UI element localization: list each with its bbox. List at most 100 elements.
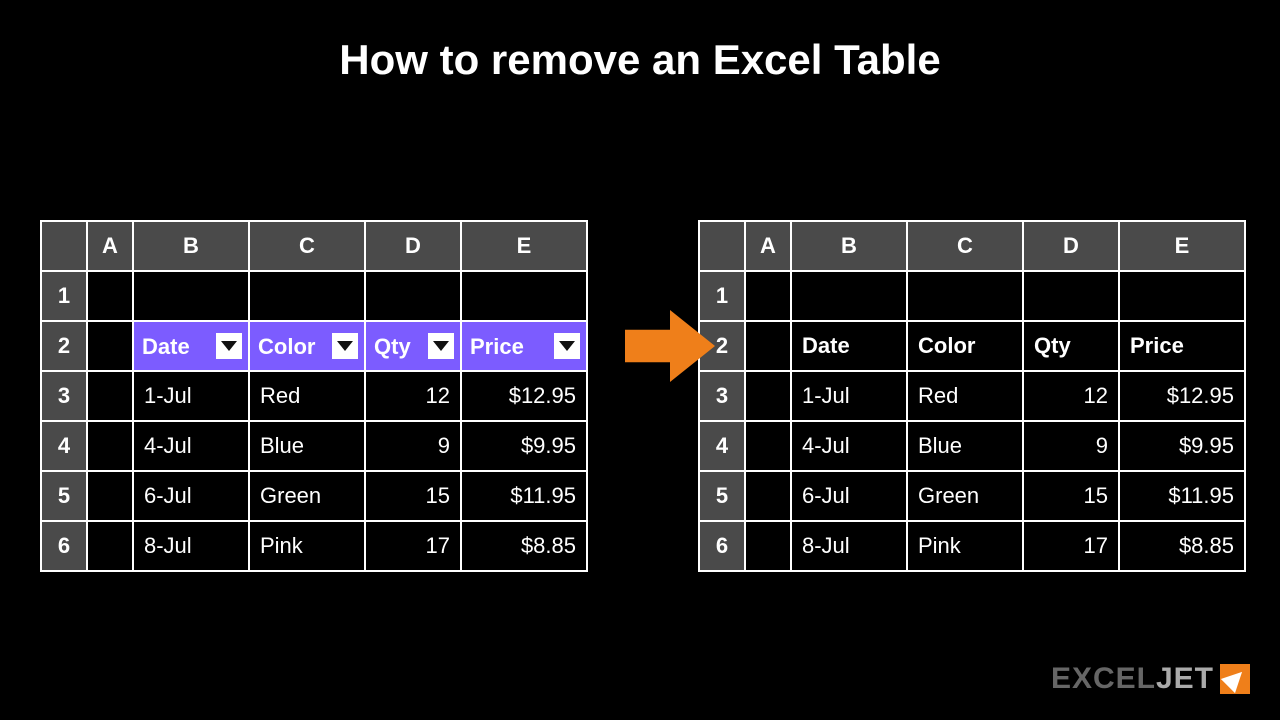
row-header-5[interactable]: 5 <box>699 471 745 521</box>
cell[interactable]: Pink <box>907 521 1023 571</box>
row-header-4[interactable]: 4 <box>699 421 745 471</box>
col-header-e[interactable]: E <box>461 221 587 271</box>
cell[interactable]: $12.95 <box>461 371 587 421</box>
logo-text-1: EXCEL <box>1051 662 1156 695</box>
cell[interactable]: Red <box>249 371 365 421</box>
cell[interactable]: $8.85 <box>461 521 587 571</box>
cell[interactable] <box>907 271 1023 321</box>
cell[interactable] <box>745 321 791 371</box>
cell[interactable]: 15 <box>365 471 461 521</box>
col-header-b[interactable]: B <box>791 221 907 271</box>
cell[interactable]: $12.95 <box>1119 371 1245 421</box>
table-row: 5 6-Jul Green 15 $11.95 <box>699 471 1245 521</box>
cell[interactable]: Blue <box>907 421 1023 471</box>
table-row: 3 1-Jul Red 12 $12.95 <box>699 371 1245 421</box>
cell[interactable] <box>745 521 791 571</box>
cell[interactable] <box>133 271 249 321</box>
cell[interactable]: 6-Jul <box>133 471 249 521</box>
col-header-d[interactable]: D <box>365 221 461 271</box>
cell[interactable]: 1-Jul <box>133 371 249 421</box>
cell[interactable]: 15 <box>1023 471 1119 521</box>
row-header-6[interactable]: 6 <box>699 521 745 571</box>
cell[interactable] <box>365 271 461 321</box>
table-header-color[interactable]: Color <box>249 321 365 371</box>
cell[interactable]: Pink <box>249 521 365 571</box>
table-header-price[interactable]: Price <box>461 321 587 371</box>
cell[interactable]: 17 <box>365 521 461 571</box>
table-header-date[interactable]: Date <box>133 321 249 371</box>
cell[interactable]: 12 <box>1023 371 1119 421</box>
after-table: A B C D E 1 2 Date Color Qty Price 3 1-J… <box>698 220 1246 572</box>
cell[interactable] <box>87 471 133 521</box>
cell[interactable]: 9 <box>365 421 461 471</box>
filter-dropdown-icon[interactable] <box>554 333 580 359</box>
cell[interactable] <box>87 271 133 321</box>
col-header-a[interactable]: A <box>87 221 133 271</box>
cell[interactable]: 4-Jul <box>791 421 907 471</box>
cell[interactable]: $9.95 <box>461 421 587 471</box>
cell[interactable] <box>1023 271 1119 321</box>
cell[interactable]: 9 <box>1023 421 1119 471</box>
cell[interactable] <box>791 271 907 321</box>
cell[interactable]: 17 <box>1023 521 1119 571</box>
col-header-c[interactable]: C <box>907 221 1023 271</box>
cell[interactable]: Red <box>907 371 1023 421</box>
filter-dropdown-icon[interactable] <box>332 333 358 359</box>
col-header-e[interactable]: E <box>1119 221 1245 271</box>
cell[interactable] <box>249 271 365 321</box>
cell[interactable] <box>745 421 791 471</box>
col-header-a[interactable]: A <box>745 221 791 271</box>
cell[interactable] <box>745 371 791 421</box>
header-date[interactable]: Date <box>791 321 907 371</box>
cell[interactable]: Green <box>907 471 1023 521</box>
header-color[interactable]: Color <box>907 321 1023 371</box>
cell[interactable] <box>745 471 791 521</box>
page-title: How to remove an Excel Table <box>0 0 1280 84</box>
table-row: 4 4-Jul Blue 9 $9.95 <box>41 421 587 471</box>
cell[interactable] <box>87 521 133 571</box>
cell[interactable]: $11.95 <box>1119 471 1245 521</box>
col-header-c[interactable]: C <box>249 221 365 271</box>
cell[interactable] <box>461 271 587 321</box>
table-row: 4 4-Jul Blue 9 $9.95 <box>699 421 1245 471</box>
before-table: A B C D E 1 2 Date Color <box>40 220 588 572</box>
cell[interactable]: 4-Jul <box>133 421 249 471</box>
logo-mark-icon <box>1220 664 1250 694</box>
cell[interactable]: 8-Jul <box>791 521 907 571</box>
cell[interactable] <box>87 371 133 421</box>
table-row: 5 6-Jul Green 15 $11.95 <box>41 471 587 521</box>
col-header-d[interactable]: D <box>1023 221 1119 271</box>
table-header-label: Price <box>470 334 524 360</box>
cell[interactable] <box>87 321 133 371</box>
table-header-qty[interactable]: Qty <box>365 321 461 371</box>
filter-dropdown-icon[interactable] <box>216 333 242 359</box>
cell[interactable]: 8-Jul <box>133 521 249 571</box>
cell[interactable]: 6-Jul <box>791 471 907 521</box>
cell[interactable]: 1-Jul <box>791 371 907 421</box>
cell[interactable]: $11.95 <box>461 471 587 521</box>
header-qty[interactable]: Qty <box>1023 321 1119 371</box>
row-header-6[interactable]: 6 <box>41 521 87 571</box>
row-header-1[interactable]: 1 <box>41 271 87 321</box>
cell[interactable] <box>745 271 791 321</box>
brand-logo: EXCELJET <box>1051 662 1250 696</box>
corner-cell <box>41 221 87 271</box>
cell[interactable] <box>1119 271 1245 321</box>
arrow-right-icon <box>625 306 715 386</box>
cell[interactable]: 12 <box>365 371 461 421</box>
row-header-4[interactable]: 4 <box>41 421 87 471</box>
cell[interactable]: Green <box>249 471 365 521</box>
cell[interactable]: $8.85 <box>1119 521 1245 571</box>
table-header-label: Qty <box>374 334 411 360</box>
cell[interactable] <box>87 421 133 471</box>
header-price[interactable]: Price <box>1119 321 1245 371</box>
filter-dropdown-icon[interactable] <box>428 333 454 359</box>
row-header-2[interactable]: 2 <box>41 321 87 371</box>
col-header-b[interactable]: B <box>133 221 249 271</box>
cell[interactable]: Blue <box>249 421 365 471</box>
table-header-label: Color <box>258 334 315 360</box>
cell[interactable]: $9.95 <box>1119 421 1245 471</box>
row-header-5[interactable]: 5 <box>41 471 87 521</box>
logo-text-2: JET <box>1156 662 1214 695</box>
row-header-3[interactable]: 3 <box>41 371 87 421</box>
